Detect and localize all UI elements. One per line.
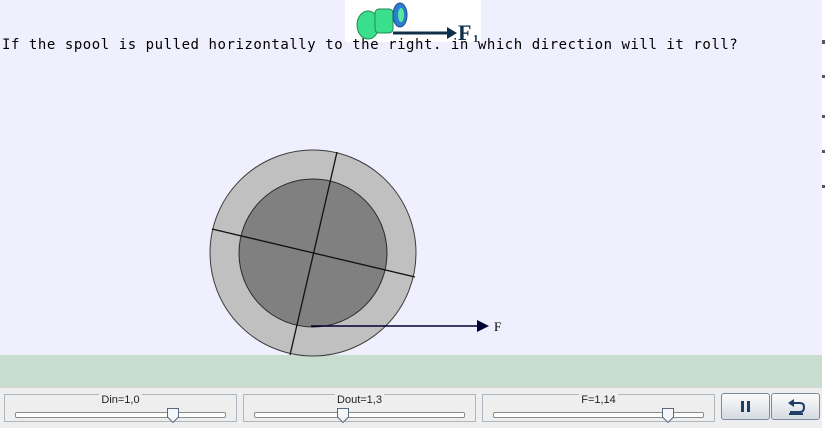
dout-slider-group: Dout=1,3 (243, 394, 476, 424)
dout-slider-label: Dout=1,3 (335, 394, 384, 406)
dout-slider-handle[interactable] (336, 408, 349, 424)
pause-button[interactable] (721, 393, 770, 420)
reset-button[interactable] (771, 393, 820, 420)
reset-icon (788, 399, 806, 415)
control-panel: Din=1,0 Dout=1,3 F=1,14 (0, 387, 822, 428)
force-label: F (494, 319, 501, 334)
force-slider-handle[interactable] (662, 408, 675, 424)
force-slider-label: F=1,14 (579, 394, 618, 406)
force-arrow-head (477, 320, 489, 332)
din-slider-handle[interactable] (167, 408, 180, 424)
din-slider-label: Din=1,0 (99, 394, 142, 406)
din-slider-track[interactable] (15, 412, 226, 418)
spool-diagram: F (209, 149, 501, 357)
pause-icon (741, 401, 750, 412)
simulation-canvas[interactable]: F 1 If the spool is pulled horizontally … (0, 0, 822, 387)
dout-slider-track[interactable] (254, 412, 465, 418)
force-slider-group: F=1,14 (482, 394, 715, 424)
din-slider-group: Din=1,0 (4, 394, 237, 424)
